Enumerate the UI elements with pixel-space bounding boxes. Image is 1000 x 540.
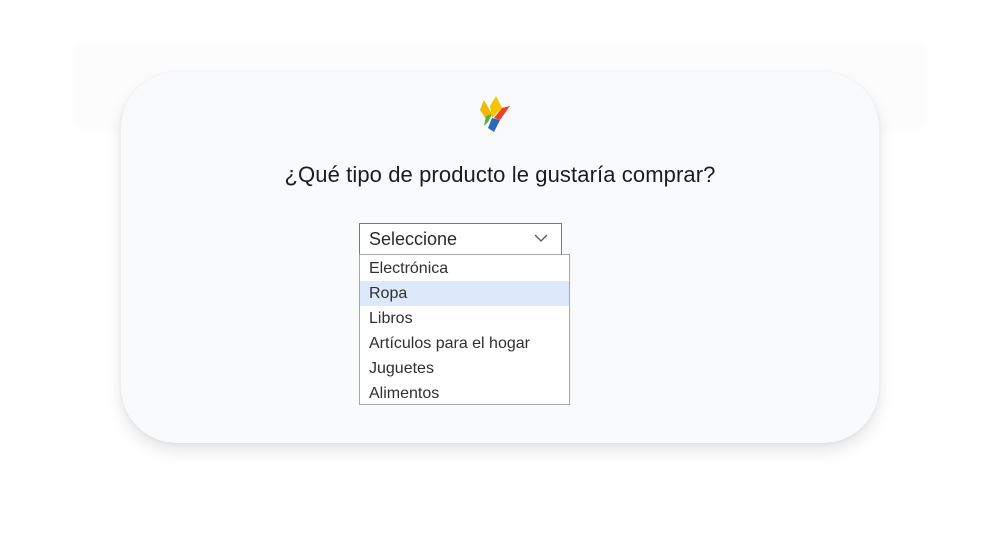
dropdown-option-articulos-hogar[interactable]: Artículos para el hogar [360, 331, 569, 356]
product-type-select[interactable]: Seleccione [359, 223, 562, 255]
chevron-down-icon[interactable] [534, 233, 548, 243]
survey-page: ¿Qué tipo de producto le gustaría compra… [0, 0, 1000, 540]
dropdown-option-electronica[interactable]: Electrónica [360, 256, 569, 281]
bird-logo-icon [480, 96, 510, 132]
question-text: ¿Qué tipo de producto le gustaría compra… [284, 162, 716, 187]
select-value: Seleccione [369, 229, 458, 249]
dropdown-list: Electrónica Ropa Libros Artículos para e… [359, 254, 570, 405]
dropdown-option-alimentos[interactable]: Alimentos [360, 381, 569, 406]
dropdown-option-libros[interactable]: Libros [360, 306, 569, 331]
dropdown-option-ropa[interactable]: Ropa [360, 281, 569, 306]
dropdown-option-juguetes[interactable]: Juguetes [360, 356, 569, 381]
